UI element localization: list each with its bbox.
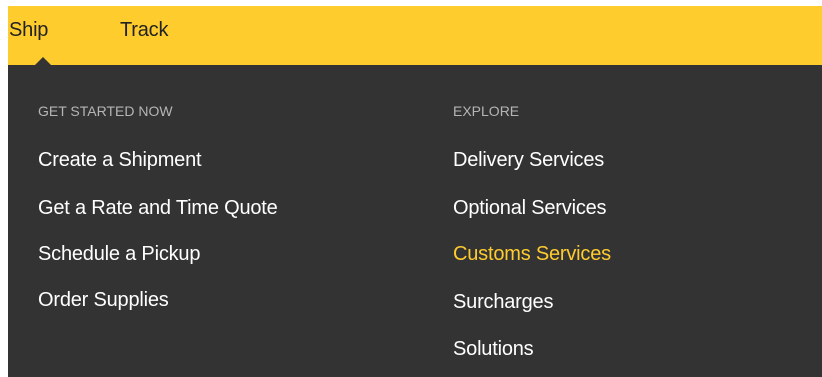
ship-menu: Ship Track GET STARTED NOW Create a Ship… <box>8 6 822 377</box>
get-started-heading: GET STARTED NOW <box>38 103 173 119</box>
solutions-link[interactable]: Solutions <box>453 337 534 361</box>
ship-dropdown-panel: GET STARTED NOW Create a Shipment Get a … <box>8 65 822 377</box>
order-supplies-link[interactable]: Order Supplies <box>38 288 169 312</box>
rate-time-quote-link[interactable]: Get a Rate and Time Quote <box>38 196 278 220</box>
top-navigation-bar: Ship Track <box>8 6 822 65</box>
create-shipment-link[interactable]: Create a Shipment <box>38 148 202 172</box>
nav-track[interactable]: Track <box>120 18 168 42</box>
schedule-pickup-link[interactable]: Schedule a Pickup <box>38 242 200 266</box>
explore-heading: EXPLORE <box>453 103 520 119</box>
optional-services-link[interactable]: Optional Services <box>453 196 607 220</box>
customs-services-link[interactable]: Customs Services <box>453 242 611 266</box>
surcharges-link[interactable]: Surcharges <box>453 290 553 314</box>
active-menu-caret-icon <box>34 57 52 66</box>
nav-ship[interactable]: Ship <box>9 18 48 42</box>
delivery-services-link[interactable]: Delivery Services <box>453 148 604 172</box>
